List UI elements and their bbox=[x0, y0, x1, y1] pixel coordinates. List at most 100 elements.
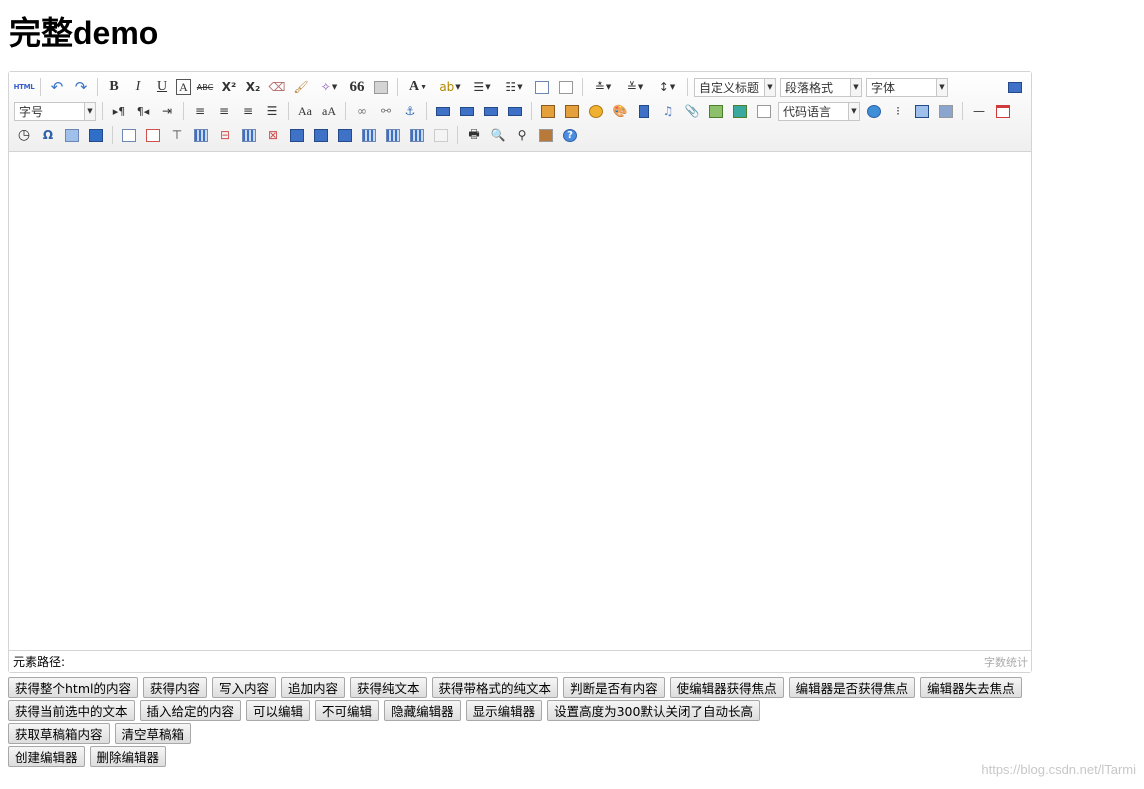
justify-right-icon[interactable]: ≡ bbox=[238, 101, 258, 121]
get-selected-text-button[interactable]: 获得当前选中的文本 bbox=[8, 700, 135, 721]
help-icon[interactable]: ? bbox=[560, 125, 580, 145]
blockquote-button[interactable]: 66 bbox=[347, 77, 367, 97]
clear-document-icon[interactable] bbox=[556, 77, 576, 97]
font-size-select[interactable]: 字号 ▼ bbox=[14, 101, 96, 121]
merge-right-icon[interactable] bbox=[311, 125, 331, 145]
italic-button[interactable]: I bbox=[128, 77, 148, 97]
background-icon[interactable] bbox=[936, 101, 956, 121]
insert-paragraph-before-table-icon[interactable]: ⊤ bbox=[167, 125, 187, 145]
remove-format-icon[interactable]: ⌫ bbox=[267, 77, 287, 97]
show-editor-button[interactable]: 显示编辑器 bbox=[465, 700, 543, 721]
superscript-button[interactable]: X² bbox=[219, 77, 239, 97]
set-enabled-button[interactable]: 可以编辑 bbox=[246, 700, 311, 721]
ordered-list-icon[interactable]: ☰ ▼ bbox=[468, 77, 496, 97]
scrawl-icon[interactable]: 🎨 bbox=[610, 101, 630, 121]
insert-image-icon[interactable] bbox=[562, 101, 582, 121]
subscript-button[interactable]: X₂ bbox=[243, 77, 263, 97]
drafts-icon[interactable] bbox=[536, 125, 556, 145]
merge-cells-icon[interactable] bbox=[287, 125, 307, 145]
set-disabled-button[interactable]: 不可编辑 bbox=[315, 700, 380, 721]
to-lowercase-icon[interactable]: aA bbox=[319, 101, 339, 121]
get-plain-text-button[interactable]: 获得纯文本 bbox=[350, 677, 427, 698]
row-spacing-top-icon[interactable]: ≛ ▼ bbox=[589, 77, 617, 97]
music-icon[interactable]: ♫ bbox=[658, 101, 678, 121]
link-icon[interactable]: ∞ bbox=[352, 101, 372, 121]
insert-video-icon[interactable] bbox=[634, 101, 654, 121]
format-match-brush-icon[interactable]: 🖌 bbox=[291, 77, 311, 97]
source-html-button[interactable]: HTML bbox=[14, 77, 35, 97]
line-height-icon[interactable]: ↕ ▼ bbox=[653, 77, 681, 97]
split-to-cells-icon[interactable] bbox=[359, 125, 379, 145]
get-content-button[interactable]: 获得内容 bbox=[142, 677, 207, 698]
chart-icon[interactable] bbox=[431, 125, 451, 145]
to-uppercase-icon[interactable]: Aa bbox=[295, 101, 315, 121]
insert-frame-icon[interactable] bbox=[754, 101, 774, 121]
page-break-icon[interactable]: ⁝ bbox=[888, 101, 908, 121]
image-none-icon[interactable] bbox=[433, 101, 453, 121]
font-family-select[interactable]: 字体 ▼ bbox=[866, 77, 948, 97]
date-icon[interactable] bbox=[993, 101, 1013, 121]
insert-table-icon[interactable] bbox=[119, 125, 139, 145]
font-border-button[interactable]: A bbox=[176, 79, 191, 95]
gmap-icon[interactable] bbox=[730, 101, 750, 121]
image-left-icon[interactable] bbox=[457, 101, 477, 121]
delete-editor-button[interactable]: 删除编辑器 bbox=[89, 746, 167, 767]
emotion-icon[interactable] bbox=[586, 101, 606, 121]
direction-rtl-icon[interactable]: ¶◂ bbox=[133, 101, 153, 121]
split-to-cols-icon[interactable] bbox=[407, 125, 427, 145]
underline-button[interactable]: U bbox=[152, 77, 172, 97]
web-app-icon[interactable] bbox=[864, 101, 884, 121]
append-content-button[interactable]: 追加内容 bbox=[281, 677, 346, 698]
special-chars-icon[interactable]: Ω bbox=[38, 125, 58, 145]
word-image-icon[interactable] bbox=[62, 125, 82, 145]
split-to-rows-icon[interactable] bbox=[383, 125, 403, 145]
row-spacing-bottom-icon[interactable]: ≚ ▼ bbox=[621, 77, 649, 97]
hide-editor-button[interactable]: 隐藏编辑器 bbox=[384, 700, 461, 721]
delete-row-icon[interactable]: ⊟ bbox=[215, 125, 235, 145]
set-height-button[interactable]: 设置高度为300默认关闭了自动长高 bbox=[547, 700, 760, 721]
insert-html-button[interactable]: 插入给定的内容 bbox=[139, 700, 242, 721]
get-local-data-button[interactable]: 获取草稿箱内容 bbox=[8, 723, 110, 744]
insert-row-icon[interactable] bbox=[191, 125, 211, 145]
custom-style-select[interactable]: 自定义标题 ▼ bbox=[694, 77, 776, 97]
insert-code-select[interactable]: 代码语言 ▼ bbox=[778, 101, 860, 121]
time-icon[interactable]: ◷ bbox=[14, 125, 34, 145]
redo-icon[interactable]: ↷ bbox=[71, 77, 91, 97]
set-blur-button[interactable]: 编辑器失去焦点 bbox=[920, 677, 1022, 698]
clear-local-data-button[interactable]: 清空草稿箱 bbox=[114, 723, 192, 744]
background-color-icon[interactable]: ab ▼ bbox=[436, 77, 464, 97]
paragraph-select[interactable]: 段落格式 ▼ bbox=[780, 77, 862, 97]
set-content-button[interactable]: 写入内容 bbox=[212, 677, 277, 698]
is-focus-button[interactable]: 编辑器是否获得焦点 bbox=[788, 677, 916, 698]
print-icon[interactable]: 🖶 bbox=[464, 125, 484, 145]
get-all-html-button[interactable]: 获得整个html的内容 bbox=[8, 677, 138, 698]
fullscreen-icon[interactable] bbox=[1005, 77, 1025, 97]
indent-icon[interactable]: ⇥ bbox=[157, 101, 177, 121]
justify-full-icon[interactable]: ☰ bbox=[262, 101, 282, 121]
anchor-icon[interactable]: ⚓ bbox=[400, 101, 420, 121]
undo-icon[interactable]: ↶ bbox=[47, 77, 67, 97]
image-right-icon[interactable] bbox=[481, 101, 501, 121]
horizontal-rule-icon[interactable]: — bbox=[969, 101, 989, 121]
attachment-icon[interactable]: 📎 bbox=[682, 101, 702, 121]
strikethrough-button[interactable]: ABC bbox=[195, 77, 215, 97]
delete-col-icon[interactable]: ⊠ bbox=[263, 125, 283, 145]
has-content-button[interactable]: 判断是否有内容 bbox=[563, 677, 665, 698]
template-icon[interactable] bbox=[912, 101, 932, 121]
merge-down-icon[interactable] bbox=[335, 125, 355, 145]
bold-button[interactable]: B bbox=[104, 77, 124, 97]
get-formatted-text-button[interactable]: 获得带格式的纯文本 bbox=[431, 677, 559, 698]
set-focus-button[interactable]: 使编辑器获得焦点 bbox=[669, 677, 784, 698]
map-icon[interactable] bbox=[706, 101, 726, 121]
unordered-list-icon[interactable]: ☷ ▼ bbox=[500, 77, 528, 97]
auto-typeset-icon[interactable]: ✧ ▼ bbox=[315, 77, 343, 97]
justify-left-icon[interactable]: ≡ bbox=[190, 101, 210, 121]
simple-upload-icon[interactable] bbox=[538, 101, 558, 121]
paste-plain-icon[interactable] bbox=[371, 77, 391, 97]
select-all-icon[interactable] bbox=[532, 77, 552, 97]
justify-center-icon[interactable]: ≡ bbox=[214, 101, 234, 121]
preview-icon[interactable]: 🔍 bbox=[488, 125, 508, 145]
font-color-button[interactable]: A ▼ bbox=[404, 77, 432, 97]
unlink-icon[interactable]: ⚯ bbox=[376, 101, 396, 121]
word-paste-icon[interactable] bbox=[86, 125, 106, 145]
